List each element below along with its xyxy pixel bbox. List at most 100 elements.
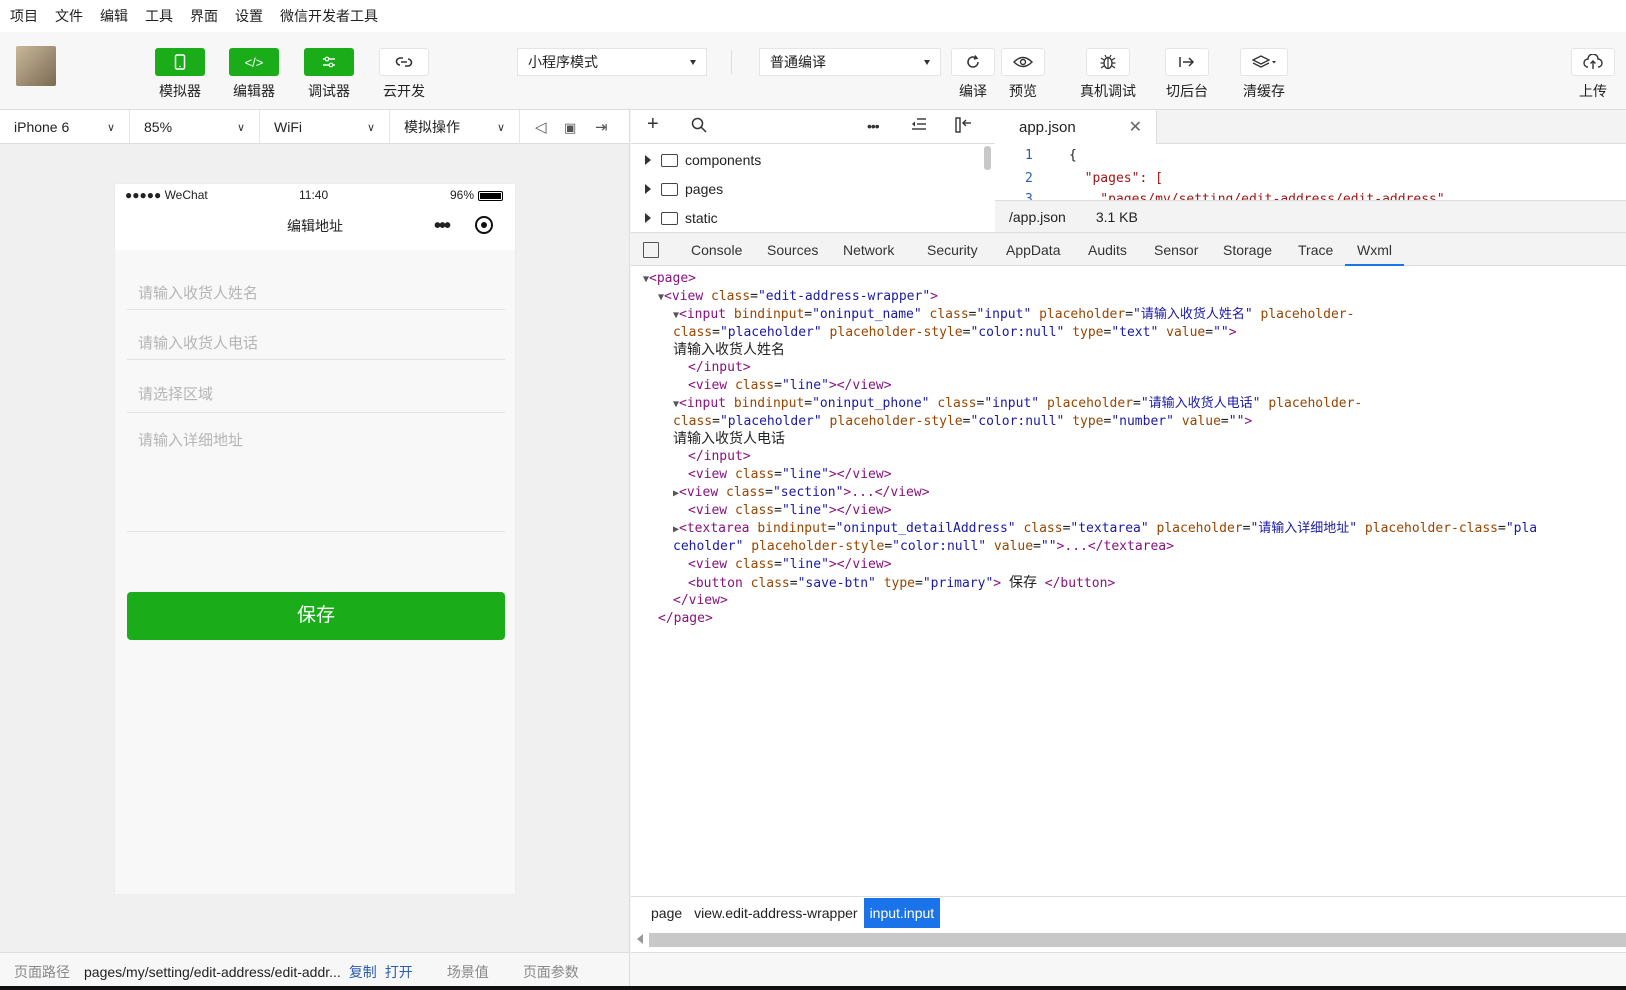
remote-debug-button[interactable]: 真机调试 [1078,48,1138,101]
clear-cache-button[interactable]: 清缓存 [1234,48,1294,101]
carrier: ●●●●● WeChat [125,188,208,202]
menu-project[interactable]: 项目 [10,6,38,26]
outdent-icon[interactable] [911,117,927,136]
preview-button[interactable]: 预览 [997,48,1049,101]
wxml-node-line[interactable]: <view class="line"></view> [688,377,892,395]
folder-item[interactable]: pages [645,175,723,203]
tab-network[interactable]: Network [843,233,894,266]
crumb-page[interactable]: page [645,898,688,928]
folder-item[interactable]: static [645,204,718,232]
simulator-area: ●●●●● WeChat 11:40 96% 编辑地址 ••• 请输入收货人姓名… [0,144,630,952]
network-select[interactable]: WiFi ∨ [260,110,390,144]
inspect-element-icon[interactable] [643,242,659,258]
upload-button[interactable]: 上传 [1567,48,1619,101]
add-icon[interactable]: + [647,113,659,136]
sliders-icon [304,48,354,76]
devtools-tabs: Console Sources Network Security AppData… [631,232,1626,266]
editor-button[interactable]: </> 编辑器 [228,48,280,101]
menu-interface[interactable]: 界面 [190,6,218,26]
compile-mode-select[interactable]: 普通编译 [759,48,941,76]
battery-percent: 96% [450,188,475,202]
tab-storage[interactable]: Storage [1223,233,1272,266]
zoom-select[interactable]: 85% ∨ [130,110,260,144]
horizontal-scrollbar[interactable] [631,928,1626,952]
phone-nav-bar: 编辑地址 ••• [115,206,515,250]
layers-icon [1240,48,1288,76]
editor-status-bar: /app.json 3.1 KB [995,200,1626,232]
wxml-attrs: class="placeholder" placeholder-style="c… [673,414,1253,429]
wxml-node-button[interactable]: <button class="save-btn" type="primary">… [688,574,1115,593]
wxml-node-wrapper[interactable]: ▼<view class="edit-address-wrapper"> [658,288,938,307]
background-button[interactable]: 切后台 [1161,48,1213,101]
debugger-button[interactable]: 调试器 [303,48,355,101]
compile-button[interactable]: 编译 [947,48,999,101]
folder-item[interactable]: components [645,146,761,174]
cloud-link-icon [379,48,429,76]
wxml-node-input-phone[interactable]: ▼<input bindinput="oninput_phone" class=… [673,395,1362,414]
wxml-node-textarea[interactable]: ▶<textarea bindinput="oninput_detailAddr… [673,520,1537,539]
operation-select[interactable]: 模拟操作 ∨ [390,110,520,144]
scrollbar-thumb[interactable] [649,933,1626,947]
wxml-text: 请输入收货人姓名 [673,342,785,358]
wxml-node-input-name[interactable]: ▼<input bindinput="oninput_name" class="… [673,306,1354,325]
wxml-node-line[interactable]: <view class="line"></view> [688,502,892,520]
device-bar: iPhone 6 ∨ 85% ∨ WiFi ∨ 模拟操作 ∨ ◁ ▣ ⇥ [0,110,630,144]
tab-appdata[interactable]: AppData [1006,233,1060,266]
detach-icon[interactable]: ⇥ [595,118,608,136]
address-textarea[interactable]: 请输入详细地址 [127,429,505,529]
region-picker[interactable]: 请选择区域 [127,383,505,404]
simulator-footer: 页面路径 pages/my/setting/edit-address/edit-… [0,952,630,990]
menu-file[interactable]: 文件 [55,6,83,26]
phone-input[interactable]: 请输入收货人电话 [127,332,505,353]
tab-security[interactable]: Security [927,233,978,266]
divider [127,412,505,413]
tab-audits[interactable]: Audits [1088,233,1127,266]
phone-time: 11:40 [299,188,329,202]
search-icon[interactable] [691,117,707,138]
save-button[interactable]: 保存 [127,592,505,640]
more-icon[interactable]: ••• [434,206,451,246]
tab-console[interactable]: Console [691,233,742,266]
scroll-left-icon[interactable] [637,934,643,944]
mode-select[interactable]: 小程序模式 [517,48,707,76]
file-tree-scrollbar[interactable] [984,146,991,170]
device-select[interactable]: iPhone 6 ∨ [0,110,130,144]
simulator-button[interactable]: 模拟器 [154,48,206,101]
folder-icon [661,153,678,167]
wxml-node-line[interactable]: <view class="line"></view> [688,466,892,484]
devtools-footer [631,952,1626,986]
menu-tools[interactable]: 工具 [145,6,173,26]
name-input[interactable]: 请输入收货人姓名 [127,282,505,303]
phone-status-bar: ●●●●● WeChat 11:40 96% [115,184,515,206]
menu-settings[interactable]: 设置 [235,6,263,26]
editor-tab-app-json[interactable]: app.json ✕ [995,110,1157,144]
wxml-node-section[interactable]: ▶<view class="section">...</view> [673,484,930,503]
crumb-input[interactable]: input.input [863,897,941,928]
tab-wxml[interactable]: Wxml [1345,233,1404,266]
wxml-node-line[interactable]: <view class="line"></view> [688,556,892,574]
crumb-wrapper[interactable]: view.edit-address-wrapper [688,898,863,928]
tab-sources[interactable]: Sources [767,233,818,266]
code-editor[interactable]: 1 { 2 "pages": [ 3 "pages/my/setting/edi… [995,144,1626,200]
cloud-dev-button[interactable]: 云开发 [378,48,430,101]
cloud-upload-icon [1571,48,1615,76]
tab-sensor[interactable]: Sensor [1154,233,1198,266]
rotate-icon[interactable]: ▣ [564,120,576,136]
collapse-panel-icon[interactable] [955,117,973,138]
wxml-node-page[interactable]: ▼<page> [643,270,696,289]
volume-icon[interactable]: ◁ [535,118,547,136]
user-avatar[interactable] [16,46,56,86]
menu-edit[interactable]: 编辑 [100,6,128,26]
tab-trace[interactable]: Trace [1298,233,1333,266]
record-icon[interactable] [475,216,493,234]
more-icon[interactable]: ••• [867,118,880,134]
expand-arrow-icon [645,184,651,194]
wxml-close-tag: </page> [658,611,713,626]
menu-devtools[interactable]: 微信开发者工具 [280,6,378,26]
close-icon[interactable]: ✕ [1129,117,1142,137]
copy-link[interactable]: 复制 [349,962,377,982]
params-label[interactable]: 页面参数 [523,962,579,982]
scene-label[interactable]: 场景值 [447,962,489,982]
open-link[interactable]: 打开 [385,962,413,982]
line-number: 3 [1025,192,1033,200]
